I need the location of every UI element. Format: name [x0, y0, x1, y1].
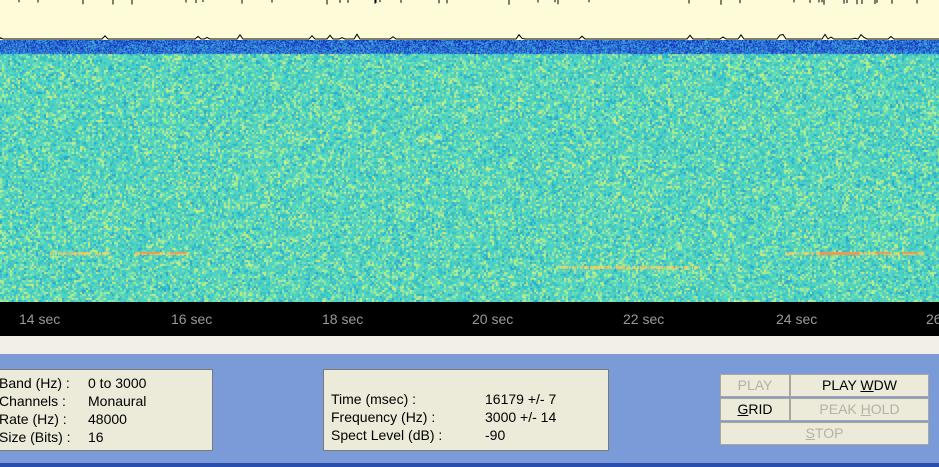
time-tick-18: 18 sec [322, 311, 364, 327]
play-window-label-post: DW [873, 377, 897, 393]
play-window-label-pre: PLAY [822, 377, 861, 393]
waveform-trace [0, 0, 939, 40]
waveform-line [0, 33, 939, 40]
time-tick-26: 26 [926, 311, 939, 327]
peak-hold-label-post: OLD [870, 401, 900, 417]
rate-value: 48000 [88, 411, 127, 427]
time-tick-22: 22 sec [623, 311, 665, 327]
band-label: Band (Hz) : [0, 375, 70, 391]
rate-label: Rate (Hz) : [0, 411, 67, 427]
time-tick-16: 16 sec [171, 311, 213, 327]
time-tick-20: 20 sec [472, 311, 514, 327]
time-value: 16179 +/- 7 [485, 391, 557, 407]
size-label: Size (Bits) : [0, 429, 71, 445]
frequency-label: Frequency (Hz) : [331, 409, 436, 425]
spectrogram-view[interactable] [0, 40, 939, 302]
grid-button[interactable]: GRID [720, 398, 790, 421]
stop-button[interactable]: STOP [720, 422, 929, 445]
spect-level-value: -90 [485, 427, 506, 443]
waveform-display[interactable] [0, 0, 939, 40]
play-window-label-accel: W [860, 377, 874, 393]
separator-strip [0, 336, 939, 354]
stop-label-post: TOP [814, 425, 844, 441]
peak-hold-label-accel: H [860, 401, 871, 417]
play-button[interactable]: PLAY [720, 374, 790, 397]
stop-label-accel: S [805, 425, 815, 441]
peak-hold-label-pre: PEAK [819, 401, 861, 417]
control-panel: Band (Hz) : 0 to 3000 Channels : Monaura… [0, 354, 939, 467]
channels-value: Monaural [88, 393, 147, 409]
band-value: 0 to 3000 [88, 375, 147, 391]
size-value: 16 [88, 429, 104, 445]
time-axis: 14 sec 16 sec 18 sec 20 sec 22 sec 24 se… [0, 302, 939, 336]
spect-level-label: Spect Level (dB) : [331, 427, 443, 443]
channels-label: Channels : [0, 393, 66, 409]
bottom-edge [0, 463, 939, 467]
time-tick-24: 24 sec [776, 311, 818, 327]
file-info-box: Band (Hz) : 0 to 3000 Channels : Monaura… [0, 369, 213, 451]
cursor-readout-box: Time (msec) : 16179 +/- 7 Frequency (Hz)… [323, 369, 609, 451]
time-tick-14: 14 sec [19, 311, 61, 327]
time-label: Time (msec) : [331, 391, 417, 407]
frequency-value: 3000 +/- 14 [485, 409, 557, 425]
play-window-button[interactable]: PLAY WDW [790, 374, 929, 397]
grid-label-accel: G [737, 401, 749, 417]
peak-hold-button[interactable]: PEAK HOLD [790, 398, 929, 421]
grid-label-post: RID [748, 401, 773, 417]
